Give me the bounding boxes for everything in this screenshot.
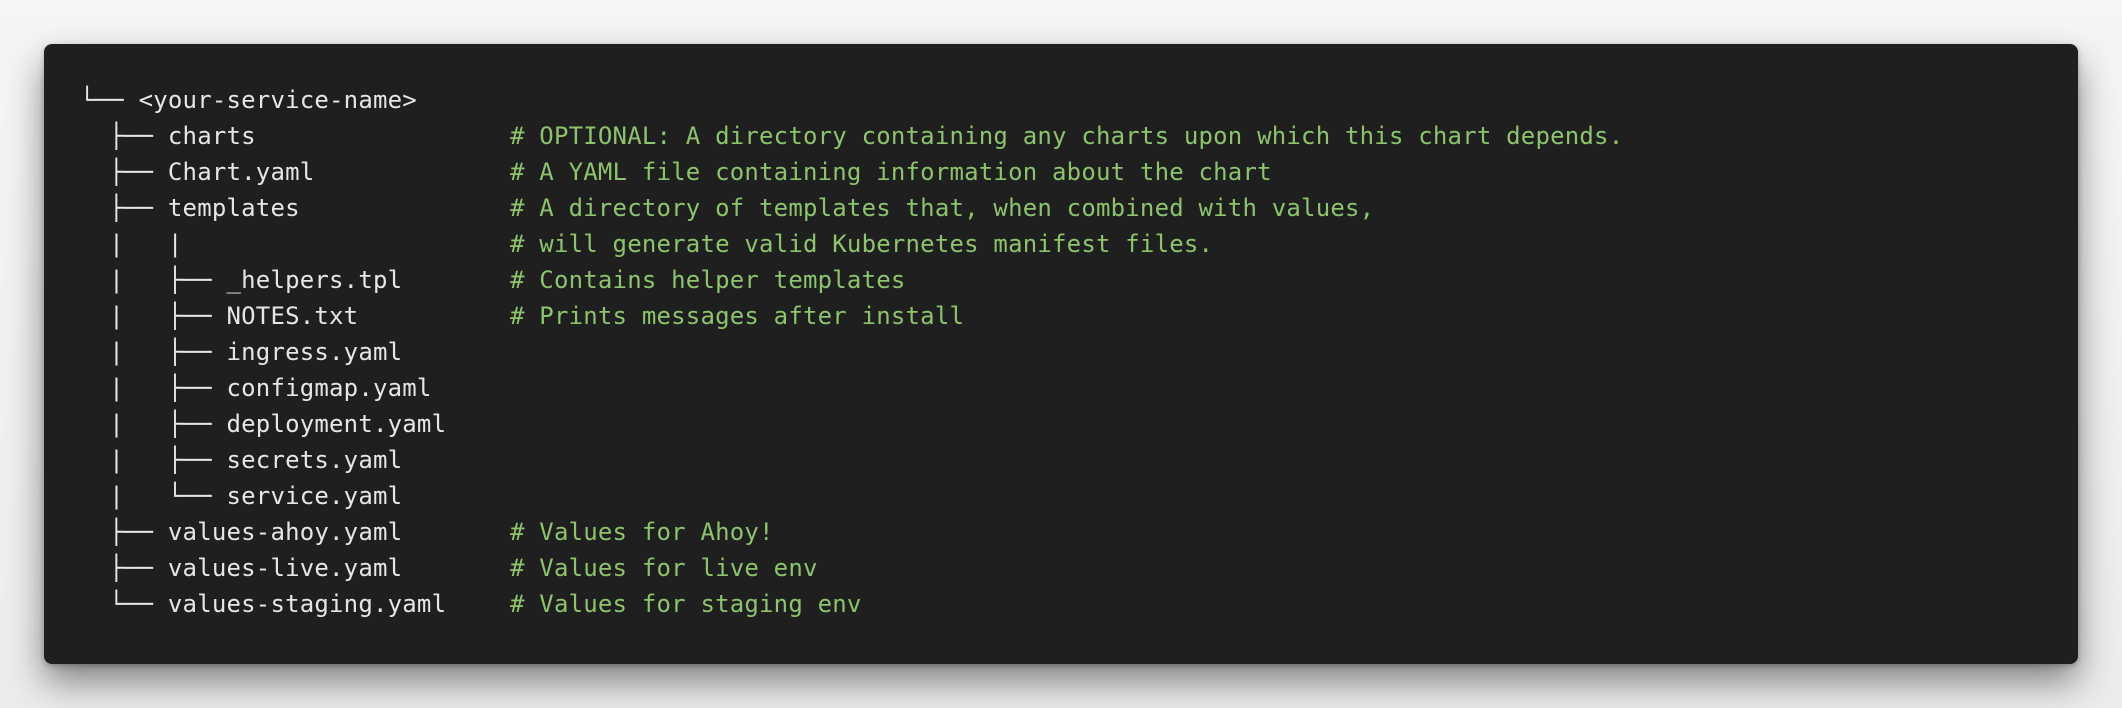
- tree-entry: | ├── _helpers.tpl: [80, 266, 403, 294]
- tree-line: └── values-staging.yaml # Values for sta…: [80, 586, 2078, 622]
- tree-line: ├── values-ahoy.yaml # Values for Ahoy!: [80, 514, 2078, 550]
- page: └── <your-service-name> ├── charts # OPT…: [0, 0, 2122, 708]
- tree-comment: # Values for staging env: [510, 590, 862, 618]
- tree-entry: | ├── ingress.yaml: [80, 338, 403, 366]
- tree-comment: # Prints messages after install: [510, 302, 965, 330]
- tree-line: | ├── ingress.yaml: [80, 334, 2078, 370]
- tree-entry: | ├── NOTES.txt: [80, 302, 359, 330]
- tree-line: | ├── _helpers.tpl # Contains helper tem…: [80, 262, 2078, 298]
- tree-root: └── <your-service-name>: [80, 86, 417, 114]
- tree-line: | ├── secrets.yaml: [80, 442, 2078, 478]
- tree-comment: # Values for live env: [510, 554, 818, 582]
- tree-line: ├── charts # OPTIONAL: A directory conta…: [80, 118, 2078, 154]
- tree-line: | ├── configmap.yaml: [80, 370, 2078, 406]
- tree-entry: | ├── deployment.yaml: [80, 410, 447, 438]
- tree-entry: | ├── configmap.yaml: [80, 374, 432, 402]
- tree-line: ├── templates # A directory of templates…: [80, 190, 2078, 226]
- tree-line: | ├── NOTES.txt # Prints messages after …: [80, 298, 2078, 334]
- tree-entry: ├── templates: [80, 194, 300, 222]
- tree-comment: # OPTIONAL: A directory containing any c…: [510, 122, 1624, 150]
- tree-entry: | |: [80, 230, 183, 258]
- tree-comment: # Values for Ahoy!: [510, 518, 774, 546]
- tree-entry: ├── Chart.yaml: [80, 158, 315, 186]
- tree-entry: ├── values-live.yaml: [80, 554, 403, 582]
- tree-comment: # A YAML file containing information abo…: [510, 158, 1272, 186]
- code-block: └── <your-service-name> ├── charts # OPT…: [44, 44, 2078, 664]
- tree-root-line: └── <your-service-name>: [80, 82, 2078, 118]
- tree-comment: # Contains helper templates: [510, 266, 906, 294]
- tree-comment: # will generate valid Kubernetes manifes…: [510, 230, 1214, 258]
- tree-line: | ├── deployment.yaml: [80, 406, 2078, 442]
- tree-entry: └── values-staging.yaml: [80, 590, 447, 618]
- tree-line: | └── service.yaml: [80, 478, 2078, 514]
- tree-entry: ├── charts: [80, 122, 256, 150]
- tree-entry: | ├── secrets.yaml: [80, 446, 403, 474]
- tree-entry: ├── values-ahoy.yaml: [80, 518, 403, 546]
- tree-line: ├── Chart.yaml # A YAML file containing …: [80, 154, 2078, 190]
- directory-tree: └── <your-service-name> ├── charts # OPT…: [80, 82, 2078, 622]
- tree-line: | | # will generate valid Kubernetes man…: [80, 226, 2078, 262]
- tree-line: ├── values-live.yaml # Values for live e…: [80, 550, 2078, 586]
- tree-comment: # A directory of templates that, when co…: [510, 194, 1375, 222]
- tree-entry: | └── service.yaml: [80, 482, 403, 510]
